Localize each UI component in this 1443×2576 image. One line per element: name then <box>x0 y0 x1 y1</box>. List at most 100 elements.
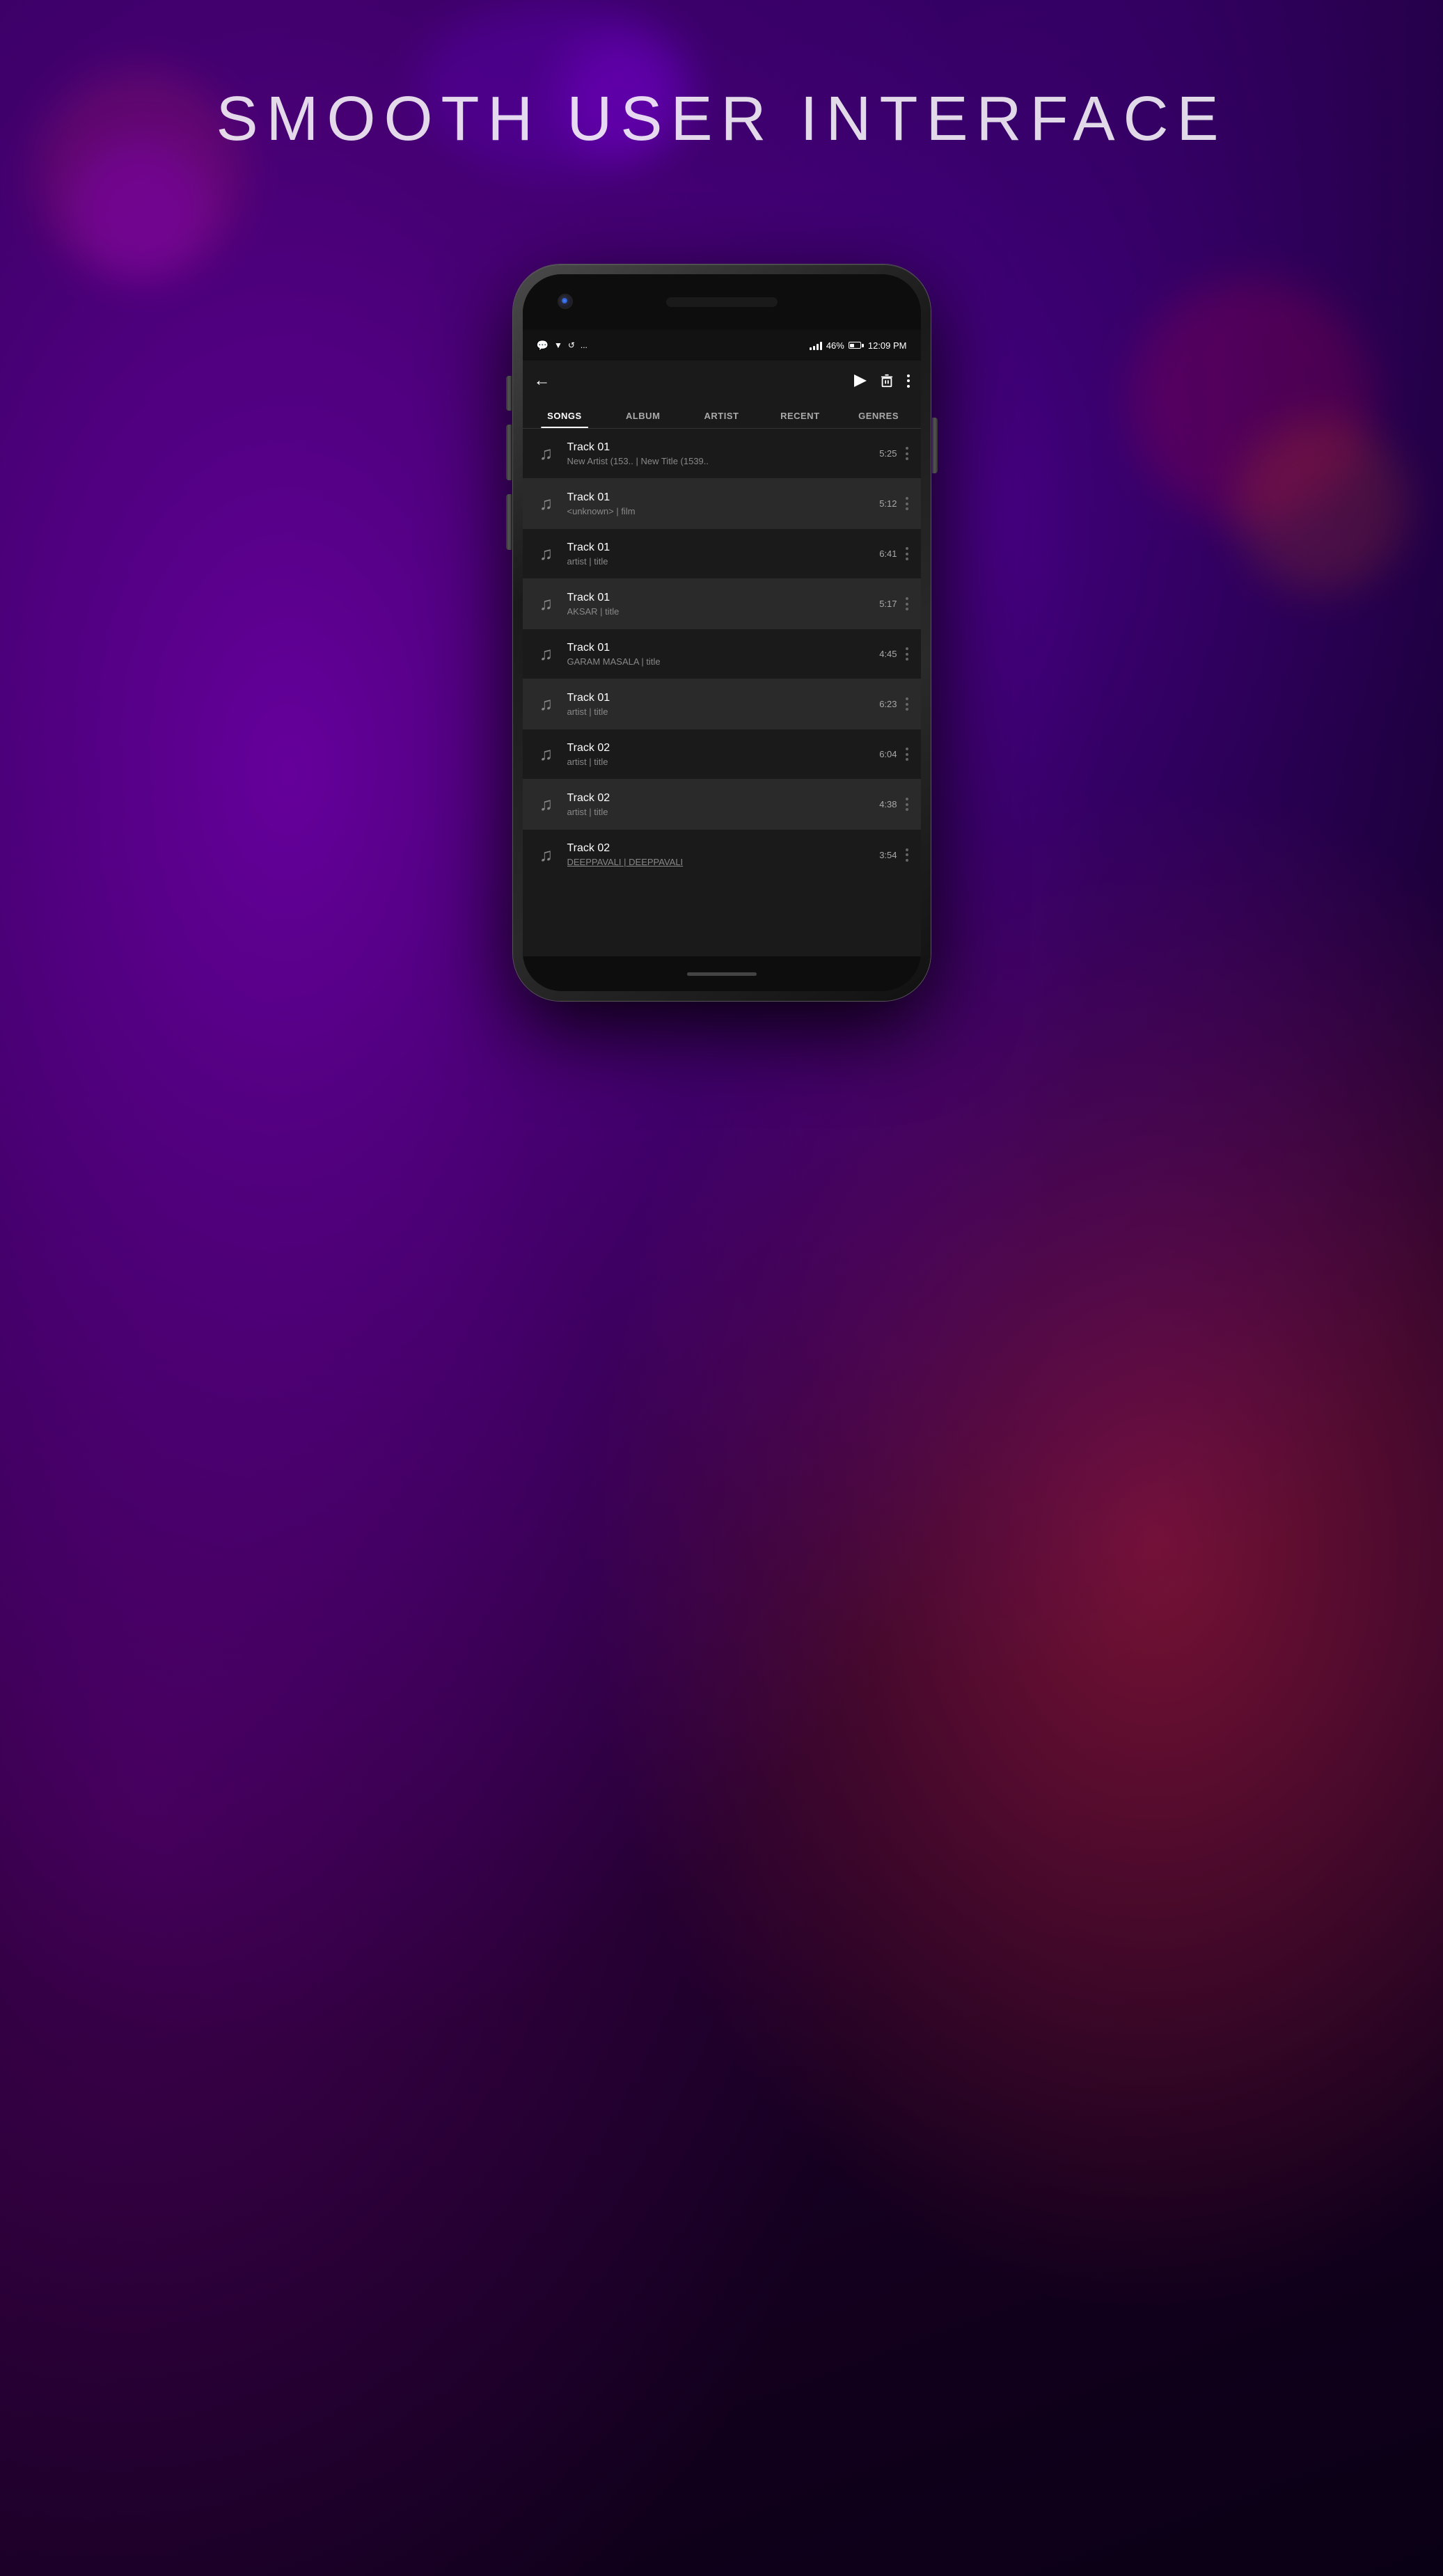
status-info-right: 46% 12:09 PM <box>810 340 907 351</box>
tab-songs[interactable]: SONGS <box>526 401 604 428</box>
music-note-icon: ♫ <box>539 693 553 715</box>
d2 <box>906 503 908 505</box>
list-item[interactable]: ♫ Track 02 DEEPPAVALI | DEEPPAVALI 3:54 <box>523 830 921 880</box>
song-title-3: Track 01 <box>567 592 873 604</box>
d3 <box>906 758 908 761</box>
more-options-button[interactable] <box>907 373 910 388</box>
toolbar-right <box>854 373 910 388</box>
song-menu-7[interactable] <box>903 794 911 815</box>
list-item[interactable]: ♫ Track 01 <unknown> | film 5:12 <box>523 479 921 529</box>
song-menu-1[interactable] <box>903 493 911 514</box>
song-info-6: Track 02 artist | title <box>560 742 880 767</box>
d1 <box>906 848 908 851</box>
d3 <box>906 808 908 811</box>
whatsapp-icon: 💬 <box>537 340 549 351</box>
play-button[interactable] <box>854 374 867 387</box>
tab-recent[interactable]: RECENT <box>761 401 839 428</box>
d2 <box>906 853 908 856</box>
song-duration-4: 4:45 <box>879 649 897 659</box>
bottom-bezel <box>523 956 921 991</box>
list-item[interactable]: ♫ Track 01 artist | title 6:23 <box>523 679 921 729</box>
page-title: SMOOTH USER INTERFACE <box>216 84 1227 155</box>
song-subtitle-1: <unknown> | film <box>567 506 873 516</box>
song-art-6: ♫ <box>533 741 560 768</box>
song-list: ♫ Track 01 New Artist (153.. | New Title… <box>523 429 921 880</box>
song-art-4: ♫ <box>533 640 560 668</box>
d2 <box>906 803 908 806</box>
song-menu-8[interactable] <box>903 844 911 865</box>
d2 <box>906 653 908 656</box>
signal-bar-2 <box>813 346 815 350</box>
song-subtitle-7: artist | title <box>567 807 873 817</box>
back-button[interactable]: ← <box>534 371 551 390</box>
status-icons-left: 💬 ▼ ↺ ... <box>537 340 588 351</box>
item-more-icon <box>906 546 908 562</box>
song-duration-8: 3:54 <box>879 850 897 860</box>
vertical-dots-icon <box>907 373 910 388</box>
song-title-8: Track 02 <box>567 842 873 855</box>
song-info-4: Track 01 GARAM MASALA | title <box>560 642 880 667</box>
music-note-icon: ♫ <box>539 593 553 615</box>
song-info-8: Track 02 DEEPPAVALI | DEEPPAVALI <box>560 842 880 867</box>
song-menu-2[interactable] <box>903 544 911 564</box>
music-note-icon: ♫ <box>539 543 553 564</box>
delete-button[interactable] <box>879 373 894 388</box>
d3 <box>906 608 908 610</box>
clock-time: 12:09 PM <box>868 340 907 351</box>
d1 <box>906 597 908 600</box>
song-info-1: Track 01 <unknown> | film <box>560 491 880 516</box>
d2 <box>906 753 908 756</box>
tab-album[interactable]: ALBUM <box>604 401 682 428</box>
song-art-0: ♫ <box>533 440 560 468</box>
phone-device: 💬 ▼ ↺ ... 46% <box>513 264 931 1001</box>
song-art-5: ♫ <box>533 690 560 718</box>
d3 <box>906 859 908 862</box>
top-bezel <box>523 274 921 330</box>
bokeh-2 <box>70 139 209 278</box>
song-art-1: ♫ <box>533 490 560 518</box>
dot-3 <box>907 385 910 388</box>
tab-artist[interactable]: ARTIST <box>682 401 761 428</box>
song-duration-1: 5:12 <box>879 498 897 509</box>
battery-percentage: 46% <box>826 340 844 351</box>
phone-shell: 💬 ▼ ↺ ... 46% <box>513 264 931 1001</box>
song-menu-3[interactable] <box>903 594 911 615</box>
item-more-icon <box>906 596 908 612</box>
trash-icon <box>879 373 894 388</box>
list-item[interactable]: ♫ Track 02 artist | title 4:38 <box>523 780 921 830</box>
d3 <box>906 558 908 560</box>
song-title-4: Track 01 <box>567 642 873 654</box>
song-subtitle-6: artist | title <box>567 757 873 767</box>
list-item[interactable]: ♫ Track 01 GARAM MASALA | title 4:45 <box>523 629 921 679</box>
d1 <box>906 447 908 450</box>
bokeh-5 <box>1234 418 1408 592</box>
list-item[interactable]: ♫ Track 02 artist | title 6:04 <box>523 729 921 780</box>
d2 <box>906 553 908 555</box>
item-more-icon <box>906 647 908 662</box>
signal-bar-4 <box>820 342 822 350</box>
song-menu-0[interactable] <box>903 443 911 464</box>
music-note-icon: ♫ <box>539 743 553 765</box>
music-note-icon: ♫ <box>539 643 553 665</box>
song-info-7: Track 02 artist | title <box>560 792 880 817</box>
song-title-6: Track 02 <box>567 742 873 754</box>
song-duration-6: 6:04 <box>879 749 897 759</box>
song-art-8: ♫ <box>533 841 560 869</box>
song-menu-5[interactable] <box>903 694 911 715</box>
list-item[interactable]: ♫ Track 01 AKSAR | title 5:17 <box>523 579 921 629</box>
song-art-7: ♫ <box>533 791 560 819</box>
d1 <box>906 547 908 550</box>
home-indicator <box>687 972 757 976</box>
tab-genres[interactable]: GENRES <box>839 401 918 428</box>
song-title-7: Track 02 <box>567 792 873 805</box>
download-icon: ▼ <box>554 340 562 350</box>
list-item[interactable]: ♫ Track 01 New Artist (153.. | New Title… <box>523 429 921 479</box>
list-item[interactable]: ♫ Track 01 artist | title 6:41 <box>523 529 921 579</box>
song-menu-4[interactable] <box>903 644 911 665</box>
d3 <box>906 658 908 661</box>
song-duration-3: 5:17 <box>879 599 897 609</box>
item-more-icon <box>906 446 908 461</box>
song-subtitle-2: artist | title <box>567 556 873 567</box>
song-title-0: Track 01 <box>567 441 873 454</box>
song-menu-6[interactable] <box>903 744 911 765</box>
